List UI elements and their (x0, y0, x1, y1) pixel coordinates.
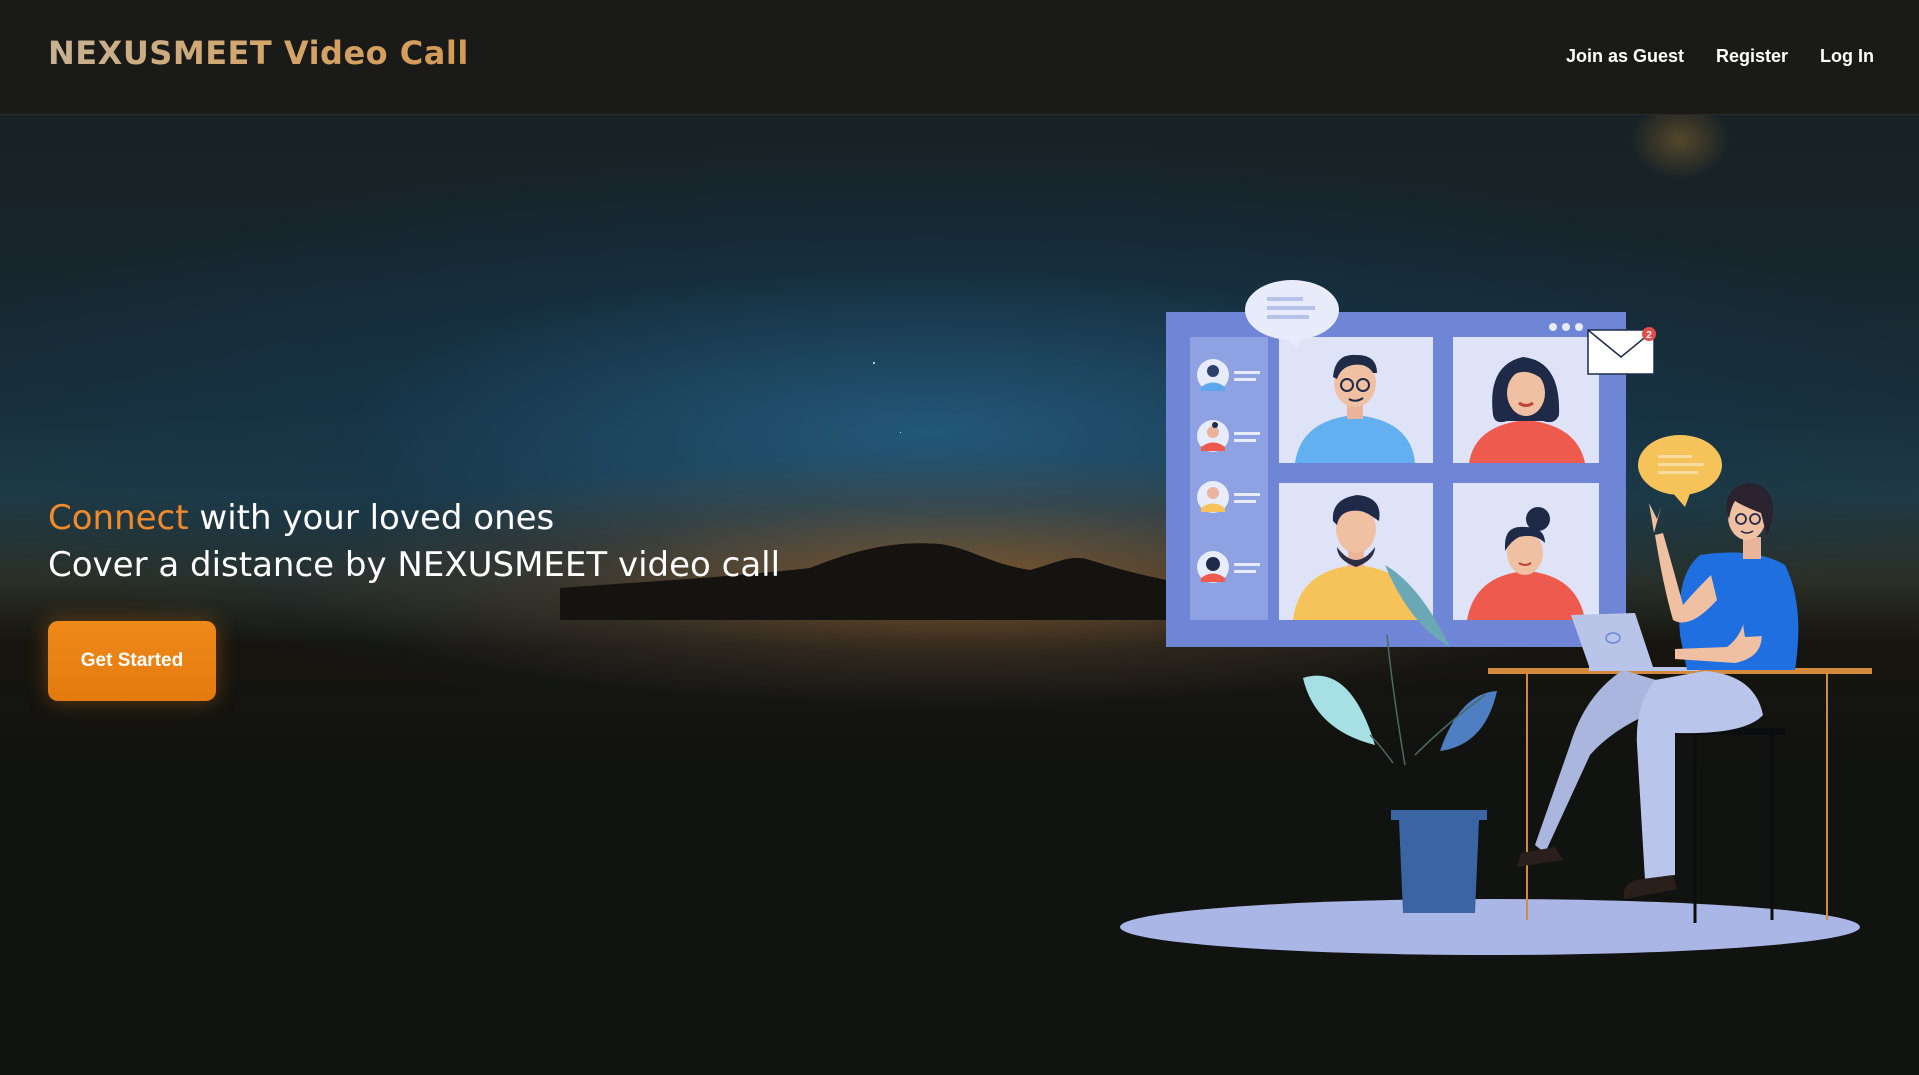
hero-accent-word: Connect (48, 498, 189, 538)
speech-bubble-icon (1638, 435, 1722, 507)
brand-logo[interactable]: NEXUSMEET Video Call (48, 34, 469, 72)
hero-text: Connect with your loved ones Cover a dis… (48, 495, 780, 589)
landing-page: NEXUSMEET Video Call Join as Guest Regis… (0, 0, 1919, 1075)
nav-register[interactable]: Register (1716, 46, 1788, 67)
hero-subheadline: Cover a distance by NEXUSMEET video call (48, 545, 781, 585)
get-started-button[interactable]: Get Started (48, 621, 216, 701)
nav-log-in[interactable]: Log In (1820, 46, 1874, 67)
nav-links: Join as Guest Register Log In (1566, 46, 1874, 67)
video-call-illustration: 2 (1120, 280, 1872, 955)
hero-headline: Connect with your loved ones (48, 495, 780, 542)
mail-icon: 2 (1587, 327, 1656, 375)
star (873, 362, 875, 364)
nav-join-as-guest[interactable]: Join as Guest (1566, 46, 1684, 67)
hero-headline-rest: with your loved ones (188, 498, 555, 538)
floor-shadow (1120, 899, 1860, 955)
stool (1660, 728, 1785, 923)
star (900, 432, 901, 433)
video-call-screen (1166, 312, 1626, 647)
mail-badge-count: 2 (1646, 330, 1652, 341)
top-navbar: NEXUSMEET Video Call Join as Guest Regis… (0, 0, 1919, 115)
